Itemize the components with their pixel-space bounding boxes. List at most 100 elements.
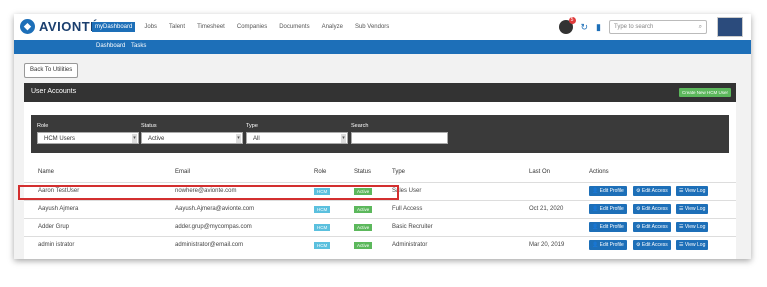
user-icon: 👤 [592,206,600,212]
user-type: Basic Recruiter [392,224,433,230]
edit-profile-button[interactable]: 👤 Edit Profile [589,186,627,196]
chevron-down-icon: ▾ [236,134,241,143]
avionte-logo-icon: ◆ [20,19,35,34]
last-on: Oct 21, 2020 [529,206,564,212]
view-log-button[interactable]: ☰ View Log [676,204,709,214]
user-type: Administrator [392,242,428,248]
user-avatar[interactable] [717,17,743,37]
user-name[interactable]: admin istrator [38,242,74,248]
column-header-role: Role [314,169,327,175]
role-badge: HCM [314,206,331,213]
column-header-type: Type [392,169,406,175]
filter-bar: Role HCM Users ▾ Status Active ▾ Type Al… [31,115,729,153]
view-log-label: View Log [684,242,706,248]
edit-access-button[interactable]: ⚙ Edit Access [633,240,671,250]
edit-profile-label: Edit Profile [599,188,624,194]
nav-documents[interactable]: Documents [276,22,312,32]
column-header-status: Status [354,169,372,175]
edit-profile-label: Edit Profile [599,242,624,248]
user-icon: 👤 [592,188,600,194]
create-hcm-user-button[interactable]: Create New HCM User [678,88,731,97]
main-nav: myDashboard Jobs Talent Timesheet Compan… [92,22,398,32]
nav-analyze[interactable]: Analyze [319,22,346,32]
logo[interactable]: ◆ AVIONTÉ [20,19,99,34]
nav-timesheet[interactable]: Timesheet [194,22,228,32]
role-select[interactable]: HCM Users ▾ [37,132,139,144]
top-bar: ◆ AVIONTÉ myDashboard Jobs Talent Timesh… [14,14,751,40]
panel-header: User Accounts Create New HCM User [24,83,736,102]
user-email: adder.grup@mycompas.com [175,224,252,230]
type-label: Type [246,123,258,129]
nav-jobs[interactable]: Jobs [141,22,160,32]
edit-profile-button[interactable]: 👤 Edit Profile [589,240,627,250]
edit-access-label: Edit Access [641,224,668,230]
nav-companies[interactable]: Companies [234,22,270,32]
type-select[interactable]: All ▾ [246,132,348,144]
column-header-actions: Actions [589,169,609,175]
panel-title: User Accounts [31,88,77,95]
refresh-icon[interactable]: ↻ [581,22,589,33]
edit-access-button[interactable]: ⚙ Edit Access [633,222,671,232]
user-name[interactable]: Aayush Ajmera [38,206,78,212]
status-value: Active [148,136,165,142]
view-log-button[interactable]: ☰ View Log [676,186,709,196]
user-email: Aayush.Ajmera@avionte.com [175,206,255,212]
edit-profile-button[interactable]: 👤 Edit Profile [589,204,627,214]
status-badge: Active [354,224,373,231]
edit-profile-label: Edit Profile [599,206,624,212]
table-row[interactable]: Aayush Ajmera Aayush.Ajmera@avionte.com … [24,200,736,219]
view-log-label: View Log [684,188,706,194]
user-name[interactable]: Adder Grup [38,224,69,230]
edit-access-button[interactable]: ⚙ Edit Access [633,186,671,196]
bar-chart-icon[interactable]: ▮ [596,22,601,33]
nav-talent[interactable]: Talent [166,22,188,32]
edit-access-label: Edit Access [641,206,668,212]
type-value: All [253,136,260,142]
table-row[interactable]: Adder Grup adder.grup@mycompas.com HCM A… [24,218,736,237]
edit-profile-label: Edit Profile [599,224,624,230]
nav-sub-vendors[interactable]: Sub Vendors [352,22,392,32]
role-value: HCM Users [44,136,75,142]
edit-access-button[interactable]: ⚙ Edit Access [633,204,671,214]
status-label: Status [141,123,157,129]
edit-access-label: Edit Access [641,242,668,248]
search-field[interactable] [351,132,448,144]
subnav-tasks[interactable]: Tasks [131,43,146,49]
user-type: Full Access [392,206,423,212]
view-log-button[interactable]: ☰ View Log [676,240,709,250]
status-badge: Active [354,242,373,249]
edit-access-label: Edit Access [641,188,668,194]
notifications-icon[interactable]: 5 [558,17,576,34]
view-log-button[interactable]: ☰ View Log [676,222,709,232]
global-search-input[interactable]: Type to search ⌕ [609,20,707,34]
sub-nav: Dashboard Tasks [14,40,751,54]
main-content: Back To Utilities User Accounts Create N… [14,54,751,259]
search-label: Search [351,123,369,129]
subnav-dashboard[interactable]: Dashboard [96,43,125,49]
table-row[interactable]: admin istrator administrator@email.com H… [24,236,736,255]
search-icon[interactable]: ⌕ [699,24,702,31]
row-highlight-annotation [18,185,399,200]
header-tools: 5 ↻ ▮ Type to search ⌕ [558,17,743,37]
search-placeholder: Type to search [614,24,654,30]
role-badge: HCM [314,224,331,231]
status-badge: Active [354,206,373,213]
user-email: administrator@email.com [175,242,244,248]
user-icon: 👤 [592,224,600,230]
nav-my-dashboard[interactable]: myDashboard [92,22,136,32]
logo-text: AVIONTÉ [39,19,100,34]
view-log-label: View Log [684,206,706,212]
column-header-name: Name [38,169,55,175]
edit-profile-button[interactable]: 👤 Edit Profile [589,222,627,232]
role-badge: HCM [314,242,331,249]
status-select[interactable]: Active ▾ [141,132,243,144]
user-accounts-panel: User Accounts Create New HCM User Role H… [24,83,736,259]
notification-count: 5 [568,17,576,24]
app-window: ◆ AVIONTÉ myDashboard Jobs Talent Timesh… [14,14,751,259]
chevron-down-icon: ▾ [341,134,346,143]
column-header-last-on: Last On [529,169,551,175]
back-to-utilities-button[interactable]: Back To Utilities [24,63,79,78]
column-header-email: Email [175,169,191,175]
role-label: Role [37,123,49,129]
user-icon: 👤 [592,242,600,248]
